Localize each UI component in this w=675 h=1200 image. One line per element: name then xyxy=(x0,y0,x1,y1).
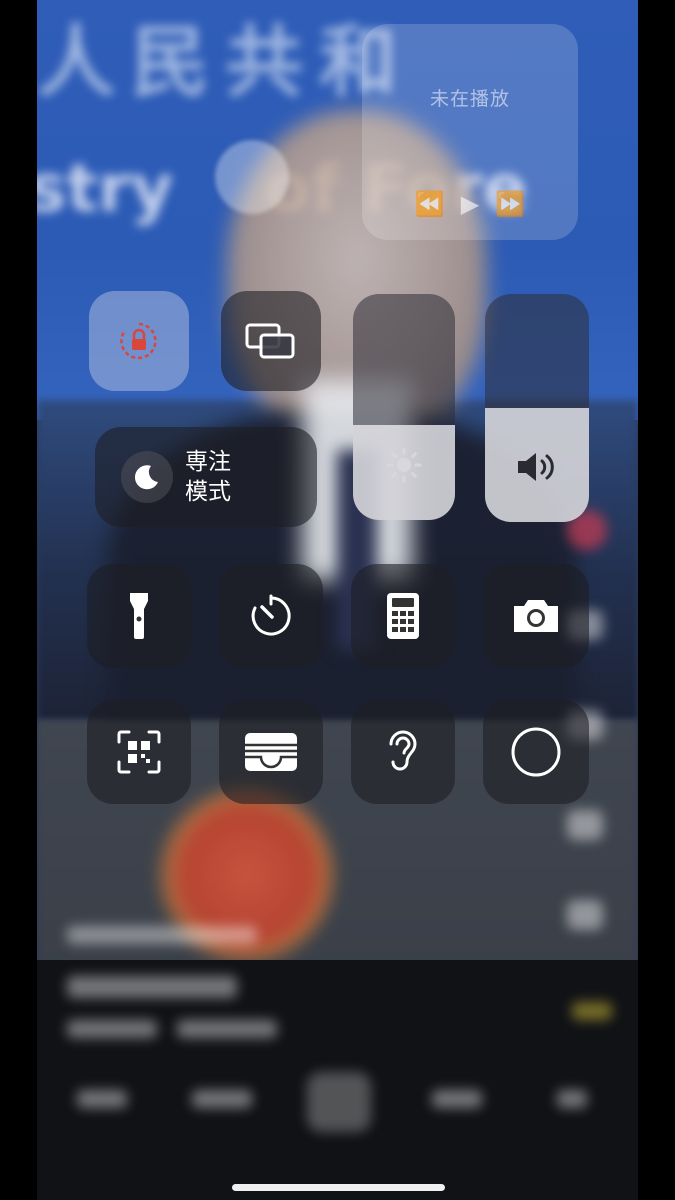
focus-mode-label: 模式 xyxy=(185,479,231,505)
blurred-badge xyxy=(572,1002,612,1020)
wallet-icon xyxy=(243,731,299,773)
blurred-tab xyxy=(557,1090,587,1108)
blurred-caption xyxy=(67,926,257,944)
blurred-circle xyxy=(215,140,289,214)
blurred-meta xyxy=(177,1020,277,1038)
rotation-lock-icon xyxy=(116,318,162,364)
blurred-tab xyxy=(192,1090,252,1108)
brightness-slider[interactable] xyxy=(353,294,455,520)
timer-icon xyxy=(247,592,295,640)
qr-scanner-icon xyxy=(115,728,163,776)
blurred-title xyxy=(67,976,237,998)
phone-screen: 人民共和 stry of Fore 未在播放 ⏪ ▶ ⏩ xyxy=(37,0,638,1200)
rewind-icon[interactable]: ⏪ xyxy=(415,190,445,218)
camera-icon xyxy=(510,596,562,636)
blurred-tab xyxy=(432,1090,482,1108)
hearing-button[interactable] xyxy=(351,700,455,804)
screen-mirroring-toggle[interactable] xyxy=(221,291,321,391)
orientation-lock-toggle[interactable] xyxy=(89,291,189,391)
timer-button[interactable] xyxy=(219,564,323,668)
screen-recording-button[interactable] xyxy=(483,700,589,804)
camera-button[interactable] xyxy=(483,564,589,668)
calculator-button[interactable] xyxy=(351,564,455,668)
blurred-tab xyxy=(77,1090,127,1108)
focus-mode-tile[interactable]: 専注 模式 xyxy=(95,427,317,527)
wallet-button[interactable] xyxy=(219,700,323,804)
moon-icon xyxy=(121,451,173,503)
blurred-meta xyxy=(67,1020,157,1038)
blurred-tab xyxy=(307,1072,371,1132)
now-playing-title: 未在播放 xyxy=(429,88,510,110)
play-icon[interactable]: ▶ xyxy=(461,190,479,218)
now-playing-tile[interactable]: 未在播放 ⏪ ▶ ⏩ xyxy=(362,24,578,240)
home-indicator[interactable] xyxy=(232,1184,445,1191)
focus-mode-label: 専注 xyxy=(185,449,231,475)
code-scanner-button[interactable] xyxy=(87,700,191,804)
fast-forward-icon[interactable]: ⏩ xyxy=(495,190,525,218)
speaker-icon xyxy=(514,448,560,490)
volume-slider[interactable] xyxy=(485,294,589,522)
screen-mirroring-icon xyxy=(243,319,299,363)
background-footer xyxy=(37,926,638,1200)
record-icon xyxy=(509,725,563,779)
flashlight-button[interactable] xyxy=(87,564,191,668)
flashlight-icon xyxy=(124,589,154,643)
calculator-icon xyxy=(385,591,421,641)
sun-icon xyxy=(385,446,423,488)
ear-icon xyxy=(383,726,423,778)
